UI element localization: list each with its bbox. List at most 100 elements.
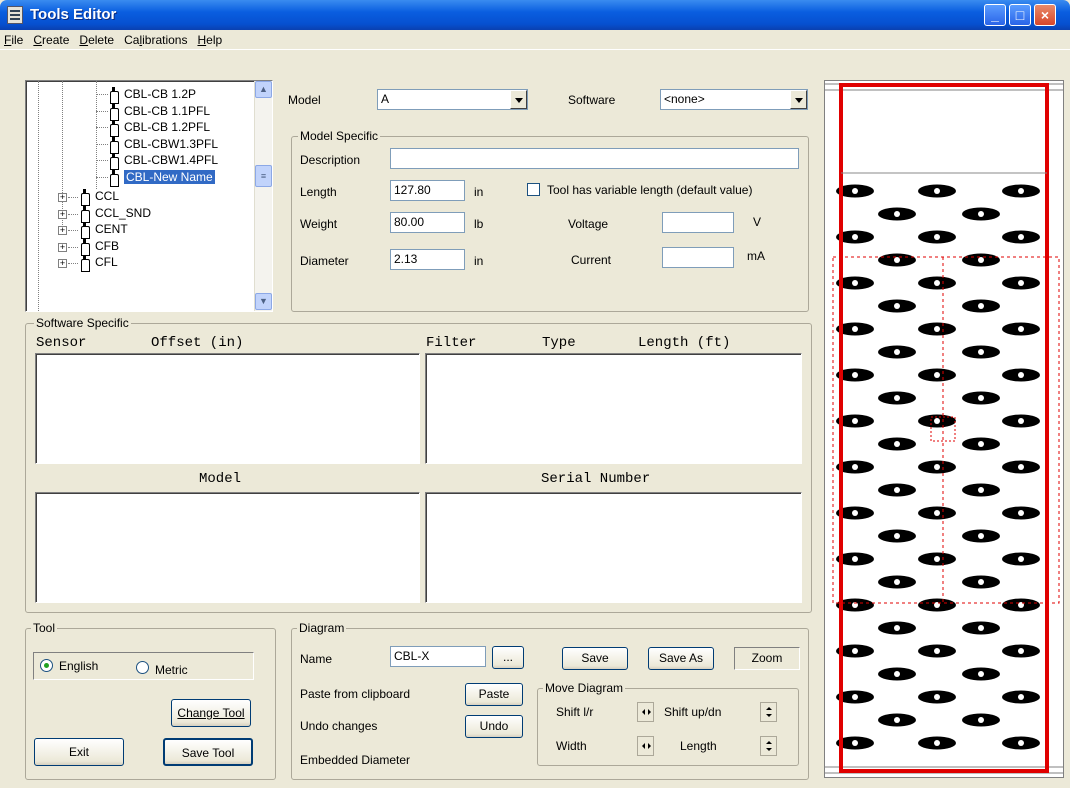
menu-file[interactable]: File (0, 30, 28, 50)
english-label: English (59, 659, 99, 673)
length-spinner[interactable] (760, 736, 777, 756)
chevron-down-icon[interactable] (790, 90, 807, 109)
perforation-hole (934, 234, 940, 240)
tree-item[interactable]: CBL-CB 1.1PFL (124, 104, 210, 118)
perforation-hole (1018, 188, 1024, 194)
change-tool-label: Change Tool (177, 706, 245, 720)
perforation-hole (894, 533, 900, 539)
paste-button[interactable]: Paste (465, 683, 523, 706)
perforation-hole (934, 740, 940, 746)
current-input[interactable] (662, 247, 734, 268)
perforation-hole (852, 510, 858, 516)
tree-item[interactable]: CCL_SND (95, 206, 151, 220)
embedded-diameter-label: Embedded Diameter (300, 753, 411, 767)
col-type: Type (542, 335, 576, 351)
sensor-list[interactable] (35, 353, 420, 464)
voltage-label: Voltage (568, 217, 609, 231)
voltage-input[interactable] (662, 212, 734, 233)
weight-input[interactable]: 80.00 (390, 212, 465, 233)
serial-number-list[interactable] (425, 492, 802, 603)
save-tool-button[interactable]: Save Tool (163, 738, 253, 766)
voltage-unit: V (753, 215, 762, 229)
tool-icon (80, 255, 90, 272)
diameter-input[interactable]: 2.13 (390, 249, 465, 270)
expand-icon[interactable]: + (58, 259, 67, 268)
menu-create[interactable]: Create (28, 30, 74, 50)
title-bar[interactable]: Tools Editor _ □ × (0, 0, 1070, 30)
diagram-save-button[interactable]: Save (562, 647, 628, 670)
minimize-button[interactable]: _ (984, 4, 1006, 26)
perforation-hole (894, 579, 900, 585)
perforation-hole (894, 395, 900, 401)
menu-delete[interactable]: Delete (74, 30, 119, 50)
exit-button[interactable]: Exit (34, 738, 124, 766)
chevron-down-icon[interactable] (510, 90, 527, 109)
zoom-toggle[interactable]: Zoom (734, 647, 800, 670)
model-list[interactable] (35, 492, 420, 603)
width-spinner[interactable] (637, 736, 654, 756)
perforation-hole (978, 257, 984, 263)
tool-tree[interactable]: ▲ ≡ ▼ CBL-CB 1.2P CBL-CB 1.1PFL CBL-CB 1.2… (25, 80, 273, 312)
close-button[interactable]: × (1034, 4, 1056, 26)
perforation-hole (894, 671, 900, 677)
shift-lr-spinner[interactable] (637, 702, 654, 722)
perforation-hole (1018, 418, 1024, 424)
tree-scrollbar[interactable]: ▲ ≡ ▼ (254, 81, 272, 311)
perforation-hole (978, 487, 984, 493)
menu-help[interactable]: Help (192, 30, 227, 50)
diagram-name-label: Name (300, 652, 333, 666)
tree-item[interactable]: CBL-CBW1.4PFL (124, 153, 218, 167)
model-label: Model (288, 93, 321, 107)
scroll-down-button[interactable]: ▼ (255, 293, 272, 310)
diagram-name-input[interactable]: CBL-X (390, 646, 486, 667)
perforation-hole (894, 441, 900, 447)
perforation-hole (852, 280, 858, 286)
tree-item[interactable]: CENT (95, 222, 128, 236)
perforation-hole (894, 257, 900, 263)
expand-icon[interactable]: + (58, 193, 67, 202)
model-select[interactable]: A (377, 89, 528, 110)
tool-icon (109, 169, 119, 187)
software-select[interactable]: <none> (660, 89, 808, 110)
perforation-hole (852, 326, 858, 332)
expand-icon[interactable]: + (58, 226, 67, 235)
scroll-thumb[interactable]: ≡ (255, 165, 272, 187)
metric-radio[interactable] (136, 661, 149, 674)
tool-icon (109, 153, 119, 170)
expand-icon[interactable]: + (58, 209, 67, 219)
tree-item[interactable]: CBL-CBW1.3PFL (124, 137, 218, 151)
shift-ud-spinner[interactable] (760, 702, 777, 722)
window-title: Tools Editor (30, 6, 117, 23)
tree-item[interactable]: CCL (95, 189, 119, 203)
expand-icon[interactable]: + (58, 242, 67, 252)
perforation-hole (934, 694, 940, 700)
perforation-hole (934, 556, 940, 562)
filter-list[interactable] (425, 353, 802, 464)
undo-button[interactable]: Undo (465, 715, 523, 738)
shift-ud-label: Shift up/dn (664, 705, 722, 719)
length-input[interactable]: 127.80 (390, 180, 465, 201)
perforation-hole (978, 349, 984, 355)
scroll-up-button[interactable]: ▲ (255, 81, 272, 98)
english-radio[interactable] (40, 659, 53, 672)
description-input[interactable] (390, 148, 799, 169)
tool-diagram-canvas[interactable] (824, 80, 1064, 778)
tree-item[interactable]: CBL-New Name (124, 169, 215, 184)
tree-item[interactable]: CFL (95, 255, 118, 269)
tree-item[interactable]: CBL-CB 1.2PFL (124, 120, 210, 134)
tree-item[interactable]: CBL-CB 1.2P (124, 87, 196, 101)
perforation-hole (894, 717, 900, 723)
change-tool-button[interactable]: Change Tool (171, 699, 251, 727)
col-length: Length (ft) (638, 335, 731, 351)
diagram-save-as-button[interactable]: Save As (648, 647, 714, 670)
length-label: Length (300, 185, 337, 199)
maximize-button[interactable]: □ (1009, 4, 1031, 26)
browse-button[interactable]: ... (492, 646, 524, 669)
variable-length-checkbox[interactable] (527, 183, 540, 196)
tool-icon (109, 87, 119, 104)
perforation-hole (978, 579, 984, 585)
tree-item[interactable]: CFB (95, 239, 119, 253)
perforation-hole (1018, 740, 1024, 746)
diameter-label: Diameter (300, 254, 349, 268)
menu-calibrations[interactable]: Calibrations (119, 30, 192, 50)
